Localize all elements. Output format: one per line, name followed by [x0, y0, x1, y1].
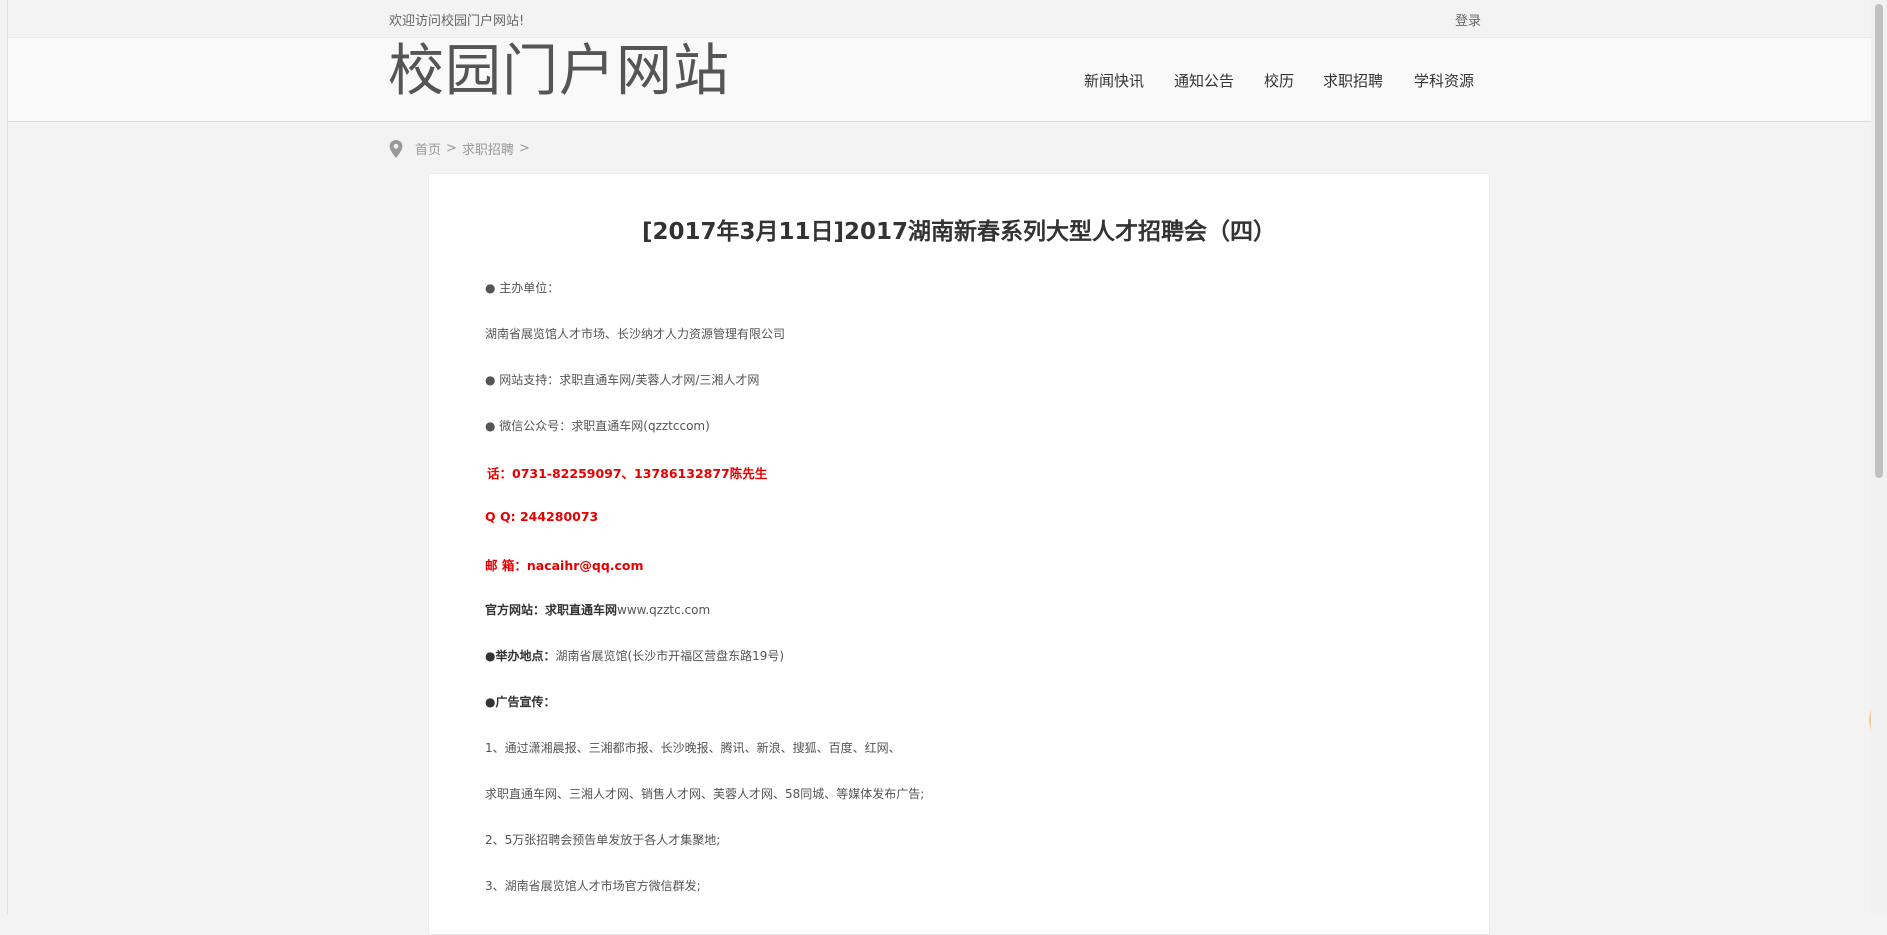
- organizer-label: ● 主办单位：: [485, 281, 560, 295]
- website-support: ● 网站支持：求职直通车网/芙蓉人才网/三湘人才网: [485, 373, 760, 387]
- venue: ●举办地点：湖南省展览馆(长沙市开福区营盘东路19号): [485, 647, 784, 664]
- organizer-value: 湖南省展览馆人才市场、长沙纳才人力资源管理有限公司: [485, 327, 786, 341]
- ad-item-2: 2、5万张招聘会预告单发放于各人才集聚地;: [485, 833, 721, 847]
- article-title: [2017年3月11日]2017湖南新春系列大型人才招聘会（四）: [641, 219, 1277, 245]
- ad-label: ●广告宣传：: [485, 695, 556, 709]
- breadcrumb-separator: >: [446, 141, 457, 156]
- nav-item-news[interactable]: 新闻快讯: [1084, 70, 1144, 91]
- ad-item-1-continued: 求职直通车网、三湘人才网、销售人才网、芙蓉人才网、58同城、等媒体发布广告;: [485, 787, 925, 801]
- map-pin-icon: [389, 139, 403, 158]
- contact-qq: Q Q: 244280073: [485, 509, 599, 524]
- login-link[interactable]: 登录: [1455, 10, 1481, 29]
- breadcrumb-jobs[interactable]: 求职招聘: [462, 139, 514, 158]
- official-website-url[interactable]: www.qzztc.com: [617, 603, 710, 617]
- nav-item-calendar[interactable]: 校历: [1264, 70, 1294, 91]
- top-bar: 欢迎访问校园门户网站! 登录: [8, 0, 1872, 38]
- ad-item-3: 3、湖南省展览馆人才市场官方微信群发;: [485, 879, 701, 893]
- contact-phone: 话：0731-82259097、13786132877陈先生: [487, 466, 768, 481]
- wechat-account: ● 微信公众号：求职直通车网(qzztccom): [485, 419, 710, 433]
- nav-item-resources[interactable]: 学科资源: [1414, 70, 1474, 91]
- site-header: 校园门户网站 新闻快讯 通知公告 校历 求职招聘 学科资源: [8, 38, 1872, 122]
- welcome-text: 欢迎访问校园门户网站!: [389, 14, 525, 29]
- nav-item-notices[interactable]: 通知公告: [1174, 70, 1234, 91]
- nav-item-jobs[interactable]: 求职招聘: [1323, 70, 1383, 91]
- official-website: 官方网站：求职直通车网www.qzztc.com: [485, 601, 710, 618]
- contact-email: 邮 箱：nacaihr@qq.com: [485, 558, 644, 573]
- vertical-scrollbar[interactable]: [1871, 0, 1887, 914]
- ad-item-1: 1、通过潇湘晨报、三湘都市报、长沙晚报、腾讯、新浪、搜狐、百度、红网、: [485, 741, 901, 755]
- scrollbar-thumb[interactable]: [1875, 4, 1883, 478]
- official-website-label: 官方网站：求职直通车网: [485, 603, 618, 617]
- page: 欢迎访问校园门户网站! 登录 校园门户网站 新闻快讯 通知公告 校历 求职招聘 …: [7, 0, 1872, 935]
- venue-value: 湖南省展览馆(长沙市开福区营盘东路19号): [555, 649, 785, 663]
- breadcrumb-separator: >: [518, 141, 530, 156]
- article-card: [2017年3月11日]2017湖南新春系列大型人才招聘会（四） ● 主办单位：…: [428, 173, 1490, 935]
- site-title[interactable]: 校园门户网站: [388, 38, 730, 106]
- breadcrumb: 首页 > 求职招聘 >: [389, 139, 535, 158]
- breadcrumb-home[interactable]: 首页: [415, 139, 441, 158]
- venue-label: ●举办地点：: [485, 649, 556, 663]
